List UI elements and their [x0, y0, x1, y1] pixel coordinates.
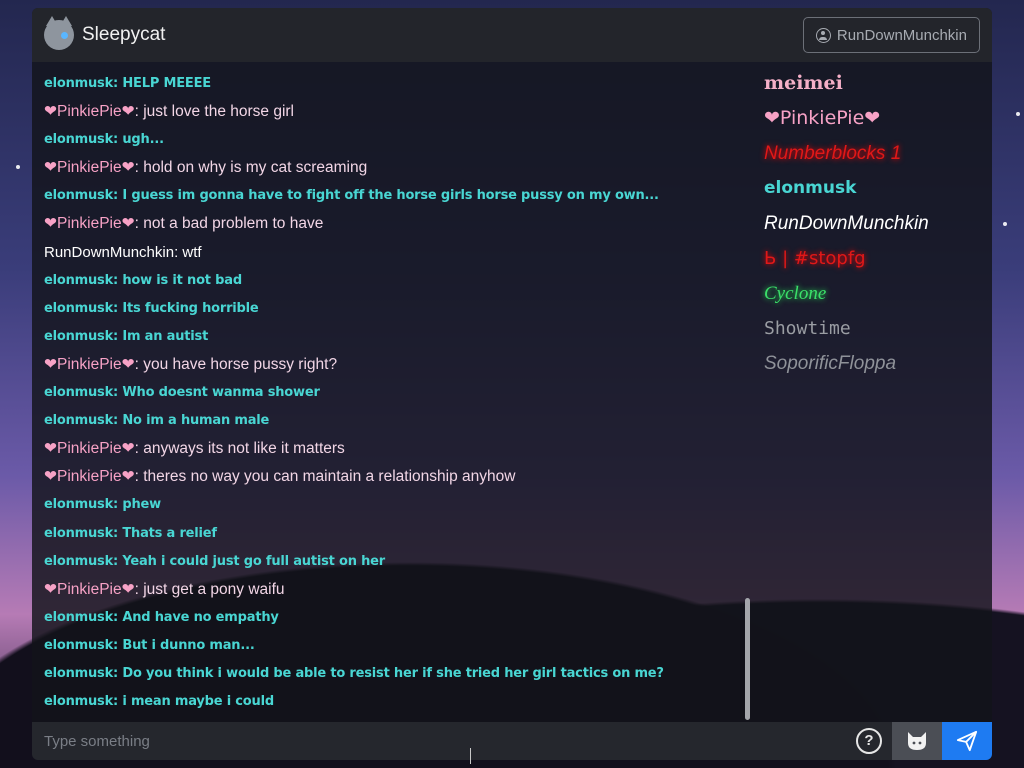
message-author[interactable]: elonmusk	[44, 610, 113, 625]
message-text: Thats a relief	[122, 525, 217, 541]
user-list-item[interactable]: ❤PinkiePie❤	[764, 101, 984, 136]
emote-button[interactable]	[892, 722, 942, 760]
message-row: ❤PinkiePie❤: not a bad problem to have	[44, 215, 324, 233]
message-text: wtf	[182, 243, 202, 261]
message-author[interactable]: elonmusk	[44, 554, 113, 569]
message-row: elonmusk: I guess im gonna have to fight…	[44, 188, 659, 204]
message-text: theres no way you can maintain a relatio…	[143, 468, 516, 486]
message-row: elonmusk: i mean maybe i could	[44, 694, 274, 710]
message-author[interactable]: elonmusk	[44, 638, 113, 653]
message-text: Its fucking horrible	[122, 300, 259, 316]
message-row: elonmusk: ugh...	[44, 132, 164, 148]
background-star	[1016, 112, 1020, 116]
username-label: RunDownMunchkin	[836, 26, 967, 44]
message-text: Yeah i could just go full autist on her	[122, 553, 385, 569]
message-author[interactable]: ❤PinkiePie❤	[44, 356, 135, 373]
message-text: i mean maybe i could	[122, 694, 274, 710]
message-row: ❤PinkiePie❤: just get a pony waifu	[44, 580, 285, 598]
message-text: just love the horse girl	[143, 103, 294, 121]
message-text: Im an autist	[122, 328, 209, 344]
message-text: not a bad problem to have	[143, 215, 324, 233]
message-text: But i dunno man...	[122, 637, 255, 653]
user-list-item[interactable]: meimei	[764, 66, 984, 101]
message-row: elonmusk: No im a human male	[44, 413, 270, 429]
message-text: phew	[122, 497, 161, 513]
message-author[interactable]: ❤PinkiePie❤	[44, 440, 135, 457]
message-row: elonmusk: Yeah i could just go full auti…	[44, 553, 385, 569]
message-text: I guess im gonna have to fight off the h…	[122, 188, 659, 204]
message-author[interactable]: elonmusk	[44, 526, 113, 541]
message-input[interactable]	[32, 721, 856, 760]
message-author[interactable]: ❤PinkiePie❤	[44, 103, 135, 120]
message-text: hold on why is my cat screaming	[143, 159, 368, 177]
message-row: elonmusk: Who doesnt wanma shower	[44, 385, 320, 401]
header-bar: Sleepycat RunDownMunchkin	[32, 8, 992, 62]
message-text: No im a human male	[122, 413, 270, 429]
message-row: ❤PinkiePie❤: you have horse pussy right?	[44, 355, 338, 373]
message-row: elonmusk: HELP MEEEE	[44, 76, 211, 91]
user-icon	[815, 27, 831, 43]
message-row: elonmusk: Im an autist	[44, 328, 209, 344]
message-text: how is it not bad	[122, 272, 242, 288]
message-author[interactable]: elonmusk	[44, 329, 113, 344]
online-user-list: meimei ❤PinkiePie❤ Numberblocks 1 elonmusk R…	[764, 66, 984, 381]
message-row: elonmusk: how is it not bad	[44, 272, 242, 288]
user-list-item[interactable]: Showtime	[764, 311, 984, 346]
message-text: just get a pony waifu	[143, 580, 285, 598]
message-author[interactable]: elonmusk	[44, 413, 113, 428]
message-author[interactable]: ❤PinkiePie❤	[44, 215, 135, 232]
message-author[interactable]: elonmusk	[44, 132, 113, 147]
message-row: elonmusk: phew	[44, 497, 161, 513]
message-text: HELP MEEEE	[122, 76, 211, 91]
background-star	[16, 165, 20, 169]
user-list-item[interactable]: Cyclone	[764, 276, 984, 311]
message-text: Do you think i would be able to resist h…	[122, 665, 664, 681]
message-text: you have horse pussy right?	[143, 355, 338, 373]
message-row: elonmusk: Its fucking horrible	[44, 300, 259, 316]
message-author[interactable]: RunDownMunchkin	[44, 244, 174, 261]
message-author[interactable]: elonmusk	[44, 385, 113, 400]
app-title: Sleepycat	[82, 24, 166, 45]
message-text: ugh...	[122, 132, 164, 148]
input-bar: ?	[32, 721, 992, 760]
message-author[interactable]: elonmusk	[44, 497, 113, 512]
message-author[interactable]: ❤PinkiePie❤	[44, 468, 135, 485]
message-author[interactable]: elonmusk	[44, 188, 113, 203]
cat-logo-icon	[44, 16, 74, 50]
message-author[interactable]: elonmusk	[44, 301, 113, 316]
message-list: elonmusk: HELP MEEEE ❤PinkiePie❤: just lo…	[44, 70, 744, 720]
cat-face-icon	[908, 732, 926, 750]
message-text: Who doesnt wanma shower	[122, 385, 320, 401]
user-list-item[interactable]: SoporificFloppa	[764, 346, 984, 381]
help-button[interactable]: ?	[856, 728, 882, 754]
text-cursor	[470, 748, 471, 764]
message-text: And have no empathy	[122, 609, 279, 625]
message-row: elonmusk: Do you think i would be able t…	[44, 665, 664, 681]
message-text: anyways its not like it matters	[143, 440, 345, 458]
message-author[interactable]: elonmusk	[44, 273, 113, 288]
send-button[interactable]	[942, 722, 992, 760]
user-list-item[interactable]: RunDownMunchkin	[764, 206, 984, 241]
message-row: ❤PinkiePie❤: anyways its not like it mat…	[44, 440, 345, 458]
message-row: ❤PinkiePie❤: just love the horse girl	[44, 103, 294, 121]
user-list-item[interactable]: Ь | #stopfg	[764, 241, 984, 276]
chat-window: Sleepycat RunDownMunchkin elonmusk: HELP…	[32, 8, 992, 760]
message-row: ❤PinkiePie❤: hold on why is my cat screa…	[44, 159, 368, 177]
message-row: RunDownMunchkin: wtf	[44, 243, 202, 261]
user-account-button[interactable]: RunDownMunchkin	[802, 17, 980, 53]
message-row: elonmusk: But i dunno man...	[44, 637, 255, 653]
user-list-item[interactable]: Numberblocks 1	[764, 136, 984, 171]
message-author[interactable]: elonmusk	[44, 694, 113, 709]
message-author[interactable]: elonmusk	[44, 76, 113, 91]
message-row: elonmusk: Thats a relief	[44, 525, 217, 541]
message-author[interactable]: elonmusk	[44, 666, 113, 681]
send-icon	[956, 730, 978, 752]
message-row: elonmusk: And have no empathy	[44, 609, 279, 625]
message-author[interactable]: ❤PinkiePie❤	[44, 581, 135, 598]
scrollbar-thumb[interactable]	[745, 598, 750, 720]
message-author[interactable]: ❤PinkiePie❤	[44, 159, 135, 176]
message-row: ❤PinkiePie❤: theres no way you can maint…	[44, 468, 516, 486]
background-star	[1003, 222, 1007, 226]
user-list-item[interactable]: elonmusk	[764, 171, 984, 206]
